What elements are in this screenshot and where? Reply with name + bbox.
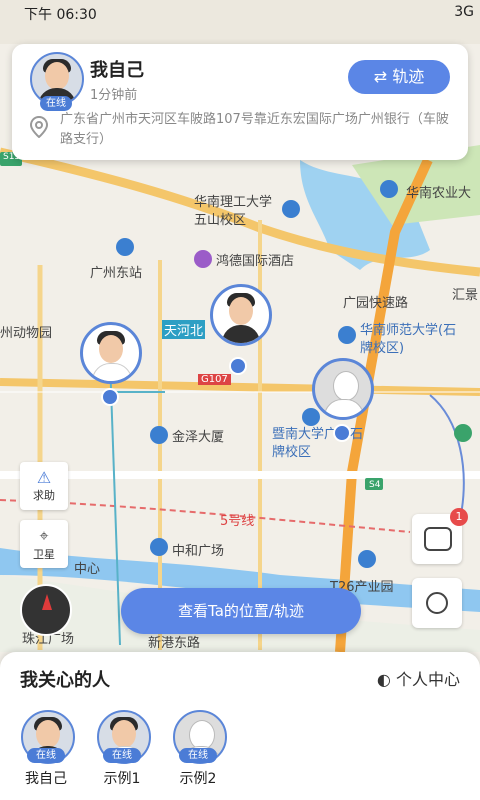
map-label-scau: 华南农业大	[406, 186, 472, 201]
building-icon	[150, 426, 168, 444]
user-icon: ◐	[376, 670, 391, 689]
person-name: 我自己	[25, 771, 67, 787]
school-icon	[380, 180, 398, 198]
satellite-button-label: 卫星	[33, 548, 55, 561]
train-station-icon	[116, 238, 134, 256]
status-badge: 在线	[103, 748, 141, 763]
map-label-guangzhou-east: 广州东站	[90, 266, 143, 281]
bottom-panel: 我关心的人 ◐ 个人中心 在线 我自己 在线 示例1 在线 示例2	[0, 652, 480, 800]
svg-text:S4: S4	[369, 480, 381, 490]
view-location-track-button[interactable]: 查看Ta的位置/轨迹	[121, 588, 361, 634]
map-label-jinze: 金泽大厦	[172, 430, 225, 445]
map-label-s15: S15	[3, 152, 21, 162]
map-label-xingang: 新港东路	[148, 636, 201, 651]
map-label-huijing: 汇景	[452, 288, 479, 303]
map-label-g107: G107	[198, 374, 231, 385]
target-icon	[426, 592, 448, 614]
park-icon	[454, 424, 472, 442]
map-label-zhonghe: 中和广场	[172, 544, 225, 559]
school-icon	[282, 200, 300, 218]
satellite-button[interactable]: ⌖ 卫星	[20, 520, 68, 568]
location-dot	[333, 424, 351, 442]
status-time: 下午 06:30	[24, 7, 97, 23]
map-label-zoo: 州动物园	[0, 326, 53, 341]
map-label-scnu: 华南师范大学(石牌校区)	[360, 323, 457, 356]
self-name: 我自己	[90, 60, 144, 81]
person-name: 示例2	[179, 771, 217, 787]
alarm-icon: ⚠	[36, 468, 52, 487]
map-label-expressway: 广园快速路	[343, 296, 409, 311]
person-name: 示例1	[103, 771, 141, 787]
message-button[interactable]: 1	[412, 508, 468, 564]
building-icon	[150, 538, 168, 556]
status-badge: 在线	[27, 748, 65, 763]
track-button-label: 轨迹	[392, 67, 425, 86]
building-icon	[358, 550, 376, 568]
map-label-tianhebei: 天河北	[162, 320, 206, 339]
compass-button[interactable]	[20, 584, 72, 636]
personal-center-label: 个人中心	[395, 670, 460, 689]
location-pin-icon	[30, 116, 48, 138]
self-address: 广东省广州市天河区车陂路107号靠近东宏国际广场广州银行（车陂路支行）	[60, 112, 449, 147]
map-marker-example2[interactable]	[312, 358, 374, 420]
help-button[interactable]: ⚠ 求助	[20, 462, 68, 510]
compass-icon	[42, 594, 52, 610]
map-label-hotel: 鸿德国际酒店	[216, 254, 295, 269]
status-network: 3G	[454, 4, 474, 20]
map-label-center: 中心	[74, 562, 101, 577]
locate-button[interactable]	[412, 578, 462, 628]
last-update-time: 1分钟前	[90, 88, 138, 103]
swap-icon: ⇄	[373, 67, 388, 86]
help-button-label: 求助	[33, 489, 55, 502]
location-dot	[101, 388, 119, 406]
personal-center-link[interactable]: ◐ 个人中心	[377, 666, 460, 690]
followed-people-title: 我关心的人	[20, 670, 110, 691]
map-label-line5: 5号线	[220, 514, 255, 529]
track-button[interactable]: ⇄ 轨迹	[348, 60, 450, 94]
satellite-icon: ⌖	[39, 526, 49, 545]
hotel-icon	[194, 250, 212, 268]
map-marker-example1[interactable]	[80, 322, 142, 384]
status-badge: 在线	[179, 748, 217, 763]
online-badge: 在线	[40, 96, 72, 111]
school-icon	[338, 326, 356, 344]
self-location-card: 在线 我自己 1分钟前 ⇄ 轨迹 广东省广州市天河区车陂路107号靠近东宏国际广…	[12, 44, 468, 160]
status-bar: 下午 06:30 3G	[0, 0, 480, 26]
school-icon	[302, 408, 320, 426]
location-dot	[229, 357, 247, 375]
map-marker-self[interactable]	[210, 284, 272, 346]
message-count-badge: 1	[450, 508, 468, 526]
map-label-scut: 华南理工大学五山校区	[194, 195, 273, 228]
chat-icon	[424, 527, 452, 551]
